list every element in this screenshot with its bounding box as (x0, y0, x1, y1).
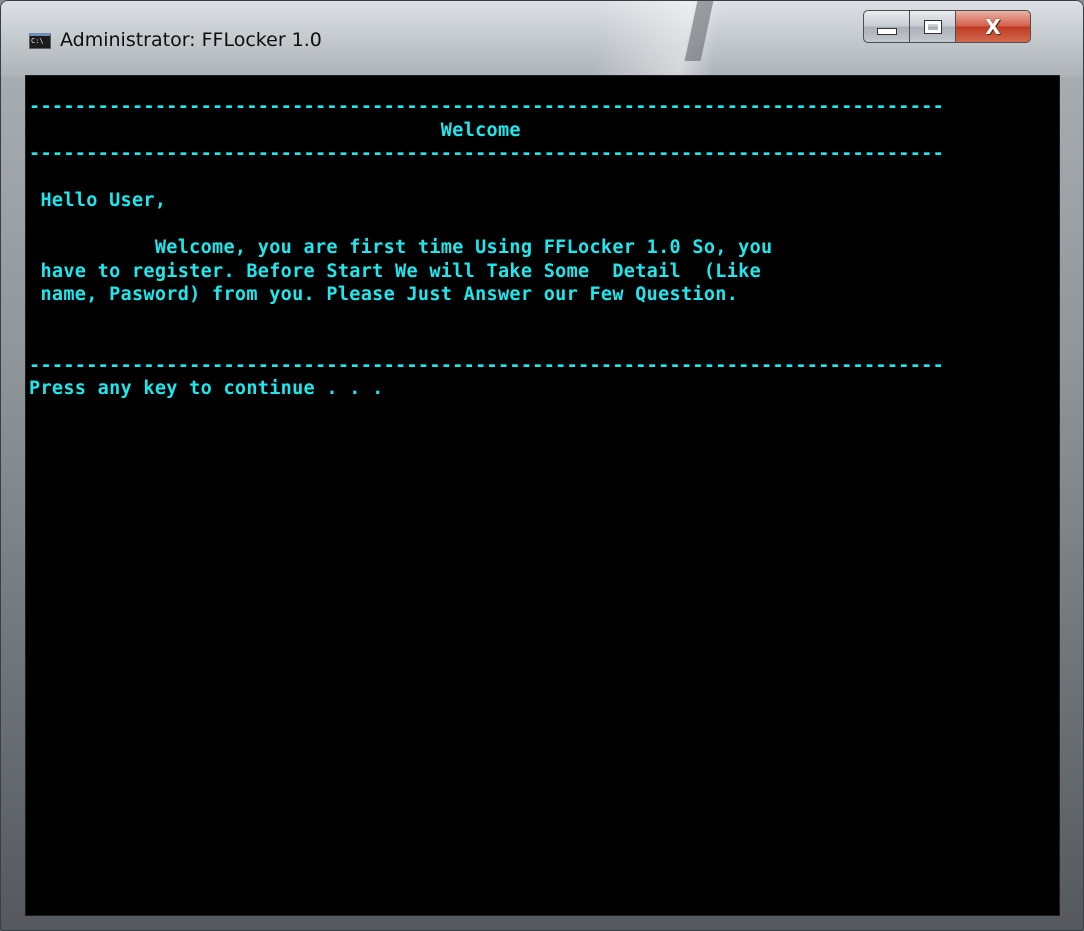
cmd-console-icon[interactable]: C:\ (29, 33, 51, 49)
console-line: ----------------------------------------… (29, 143, 945, 164)
console-line: Hello User, (29, 190, 167, 211)
minimize-icon (876, 28, 897, 35)
close-icon: X (985, 14, 1001, 39)
minimize-button[interactable] (863, 10, 910, 43)
console-line: Welcome (29, 119, 521, 141)
console-text: ----------------------------------------… (29, 95, 944, 401)
console-line: ----------------------------------------… (29, 96, 945, 117)
close-button[interactable]: X (956, 10, 1031, 43)
console-line: Press any key to continue . . . (29, 378, 384, 399)
window-title: Administrator: FFLocker 1.0 (60, 29, 322, 51)
console-output-area[interactable]: ----------------------------------------… (25, 75, 1060, 916)
maximize-button[interactable] (910, 10, 956, 43)
console-line: Welcome, you are first time Using FFLock… (29, 237, 773, 258)
console-line: ----------------------------------------… (29, 354, 945, 376)
console-window: C:\ Administrator: FFLocker 1.0 X ------… (0, 0, 1084, 931)
caption-buttons: X (863, 10, 1031, 44)
console-line: name, Pasword) from you. Please Just Ans… (29, 284, 739, 305)
maximize-icon (923, 19, 942, 34)
title-bar[interactable]: C:\ Administrator: FFLocker 1.0 X (1, 1, 1083, 77)
console-line: have to register. Before Start We will T… (29, 260, 762, 282)
